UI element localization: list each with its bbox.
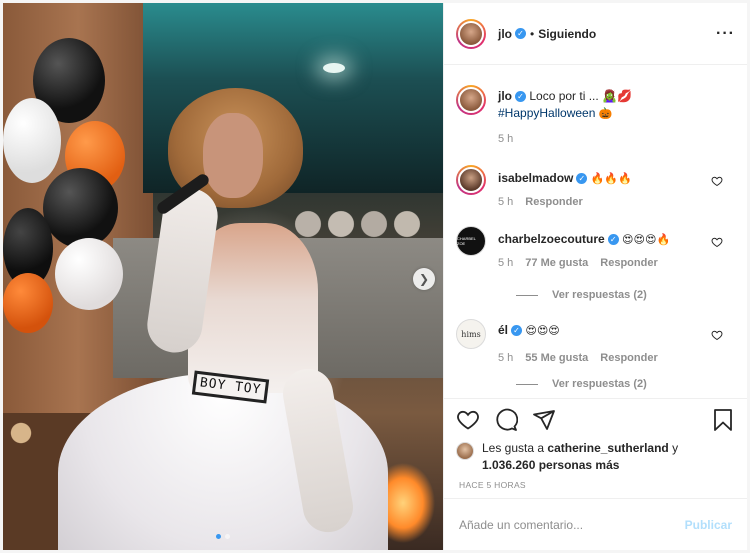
view-replies-button[interactable]: Ver respuestas (2) bbox=[516, 378, 735, 390]
comment-item: isabelmadow ✓ 🔥🔥🔥 5 h Responder bbox=[456, 165, 735, 208]
comment-time[interactable]: 5 h bbox=[498, 257, 513, 269]
bookmark-icon[interactable] bbox=[711, 408, 735, 432]
likes-count-link[interactable]: 1.036.260 personas más bbox=[482, 458, 619, 472]
caption-text: Loco por ti ... 🧟‍♀️💋 bbox=[529, 89, 632, 103]
reply-button[interactable]: Responder bbox=[600, 352, 657, 364]
verified-badge-icon: ✓ bbox=[607, 234, 619, 246]
caption-time[interactable]: 5 h bbox=[498, 133, 513, 145]
caption: jlo ✓ Loco por ti ... 🧟‍♀️💋 #HappyHallowe… bbox=[456, 85, 735, 145]
comment-item: hims él ✓ 😍😍😍 5 h 55 Me gusta Responder bbox=[456, 319, 735, 364]
post-side-panel: jlo ✓ • Siguiendo ··· jlo ✓ Loco por ti .… bbox=[443, 3, 747, 550]
verified-badge-icon: ✓ bbox=[511, 325, 523, 337]
comment-likes[interactable]: 77 Me gusta bbox=[525, 257, 588, 269]
verified-badge-icon: ✓ bbox=[515, 28, 526, 39]
post-modal: BOY TOY ❯ jlo ✓ • Siguiendo ··· jlo ✓ Lo… bbox=[0, 0, 750, 553]
avatar[interactable]: hims bbox=[456, 319, 486, 349]
avatar[interactable] bbox=[456, 165, 486, 195]
verified-badge-icon: ✓ bbox=[515, 91, 526, 103]
author-username[interactable]: jlo bbox=[498, 27, 512, 41]
likes-summary: Les gusta a catherine_sutherland y 1.036… bbox=[456, 440, 735, 474]
hashtag-link[interactable]: #HappyHalloween bbox=[498, 106, 595, 120]
caption-username[interactable]: jlo bbox=[498, 89, 512, 103]
heart-icon[interactable] bbox=[711, 329, 723, 341]
comment-text: 😍😍😍🔥 bbox=[622, 234, 671, 246]
comment-username[interactable]: él bbox=[498, 323, 508, 337]
balloon-orange bbox=[3, 273, 53, 333]
post-photo[interactable]: BOY TOY ❯ bbox=[3, 3, 443, 550]
heart-icon[interactable] bbox=[711, 236, 723, 248]
comment-text: 🔥🔥🔥 bbox=[590, 173, 632, 185]
carousel-indicator bbox=[3, 534, 443, 539]
action-bar bbox=[444, 398, 747, 440]
post-header: jlo ✓ • Siguiendo ··· bbox=[444, 3, 747, 65]
comment-icon[interactable] bbox=[494, 408, 518, 432]
following-button[interactable]: Siguiendo bbox=[538, 27, 596, 41]
comment-item: CHARBEL ZOE charbelzoecouture ✓ 😍😍😍🔥 5 h … bbox=[456, 226, 735, 269]
heart-icon[interactable] bbox=[711, 175, 723, 187]
reply-button[interactable]: Responder bbox=[525, 196, 582, 208]
skull-decorations bbox=[293, 208, 443, 238]
chevron-right-icon: ❯ bbox=[418, 272, 430, 286]
avatar[interactable] bbox=[456, 18, 486, 49]
share-icon[interactable] bbox=[532, 408, 556, 432]
heart-icon[interactable] bbox=[456, 408, 480, 432]
carousel-dot bbox=[225, 534, 230, 539]
comment-likes[interactable]: 55 Me gusta bbox=[525, 352, 588, 364]
post-timestamp[interactable]: HACE 5 HORAS bbox=[459, 480, 526, 490]
avatar[interactable]: CHARBEL ZOE bbox=[456, 226, 486, 256]
singer-face bbox=[203, 113, 263, 198]
carousel-next-button[interactable]: ❯ bbox=[413, 268, 435, 290]
reply-button[interactable]: Responder bbox=[600, 257, 657, 269]
comment-time[interactable]: 5 h bbox=[498, 196, 513, 208]
balloon-black bbox=[43, 168, 118, 248]
comment-username[interactable]: charbelzoecouture bbox=[498, 232, 605, 246]
carousel-dot bbox=[216, 534, 221, 539]
verified-badge-icon: ✓ bbox=[576, 173, 588, 185]
caption-emoji: 🎃 bbox=[598, 108, 613, 120]
add-comment-bar: Publicar bbox=[444, 498, 747, 550]
comment-username[interactable]: isabelmadow bbox=[498, 171, 573, 185]
comment-list[interactable]: jlo ✓ Loco por ti ... 🧟‍♀️💋 #HappyHallowe… bbox=[444, 65, 747, 398]
avatar[interactable] bbox=[456, 85, 486, 115]
view-replies-button[interactable]: Ver respuestas (2) bbox=[516, 289, 735, 301]
publish-button[interactable]: Publicar bbox=[685, 518, 732, 532]
comment-text: 😍😍😍 bbox=[525, 325, 560, 337]
more-horizontal-icon[interactable]: ··· bbox=[716, 25, 735, 43]
balloon-white bbox=[3, 98, 61, 183]
balloon-white bbox=[55, 238, 123, 310]
comment-input[interactable] bbox=[459, 517, 685, 532]
avatar[interactable] bbox=[456, 442, 474, 460]
liker-username[interactable]: catherine_sutherland bbox=[547, 441, 668, 455]
comment-time[interactable]: 5 h bbox=[498, 352, 513, 364]
